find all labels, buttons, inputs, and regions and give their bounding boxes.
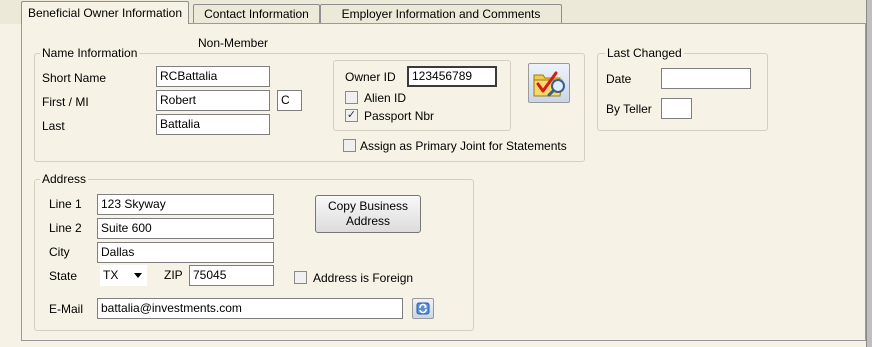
state-label: State: [49, 269, 78, 283]
first-name-field[interactable]: Robert: [156, 90, 270, 111]
address-line2-field[interactable]: Suite 600: [97, 218, 274, 239]
copy-button-line1: Copy Business: [327, 199, 409, 213]
window-edge: [866, 0, 872, 347]
tab-employer-information-and-comments[interactable]: Employer Information and Comments: [320, 4, 562, 23]
first-mi-label: First / MI: [42, 95, 89, 109]
short-name-label: Short Name: [42, 71, 107, 85]
copy-business-address-button[interactable]: Copy Business Address: [315, 195, 421, 233]
line1-label: Line 1: [49, 197, 82, 211]
owner-id-label: Owner ID: [345, 70, 396, 84]
email-field[interactable]: battalia@investments.com: [97, 298, 403, 319]
email-label: E-Mail: [49, 302, 84, 316]
passport-nbr-checkbox[interactable]: ✓: [345, 109, 358, 122]
chevron-down-icon: [134, 273, 142, 278]
by-teller-field[interactable]: [661, 98, 692, 119]
last-name-label: Last: [42, 119, 65, 133]
primary-joint-checkbox[interactable]: [343, 139, 356, 152]
state-value: TX: [103, 268, 119, 282]
alien-id-checkbox[interactable]: [345, 91, 358, 104]
name-information-legend: Name Information: [40, 46, 140, 60]
city-label: City: [49, 245, 70, 259]
folder-check-magnifier-icon: [533, 71, 565, 97]
last-changed-group: [597, 53, 768, 131]
zip-field[interactable]: 75045: [189, 265, 274, 286]
short-name-field[interactable]: RCBattalia: [156, 66, 270, 87]
alien-id-label: Alien ID: [364, 91, 407, 105]
address-foreign-checkbox[interactable]: [294, 271, 307, 284]
primary-joint-label: Assign as Primary Joint for Statements: [360, 139, 567, 153]
member-status-label: Non-Member: [198, 36, 269, 50]
by-teller-label: By Teller: [606, 102, 652, 116]
refresh-arrows-icon: [416, 302, 430, 315]
zip-label: ZIP: [164, 268, 183, 282]
tab-contact-information[interactable]: Contact Information: [193, 4, 320, 23]
email-refresh-button[interactable]: [412, 298, 434, 319]
address-legend: Address: [40, 172, 89, 186]
date-label: Date: [606, 72, 632, 86]
tab-beneficial-owner-information[interactable]: Beneficial Owner Information: [21, 1, 189, 24]
state-select[interactable]: TX: [100, 265, 147, 286]
owner-id-field[interactable]: 123456789: [407, 66, 497, 87]
last-changed-legend: Last Changed: [605, 46, 684, 60]
owner-lookup-button[interactable]: [528, 63, 570, 103]
copy-button-line2: Address: [345, 214, 391, 228]
passport-nbr-label: Passport Nbr: [364, 109, 435, 123]
city-field[interactable]: Dallas: [97, 242, 274, 263]
checkmark-icon: ✓: [346, 109, 357, 121]
address-foreign-label: Address is Foreign: [313, 271, 414, 285]
last-changed-date-field[interactable]: [661, 68, 751, 89]
address-line1-field[interactable]: 123 Skyway: [97, 194, 274, 215]
middle-initial-field[interactable]: C: [277, 90, 302, 111]
last-name-field[interactable]: Battalia: [156, 114, 270, 135]
line2-label: Line 2: [49, 221, 82, 235]
